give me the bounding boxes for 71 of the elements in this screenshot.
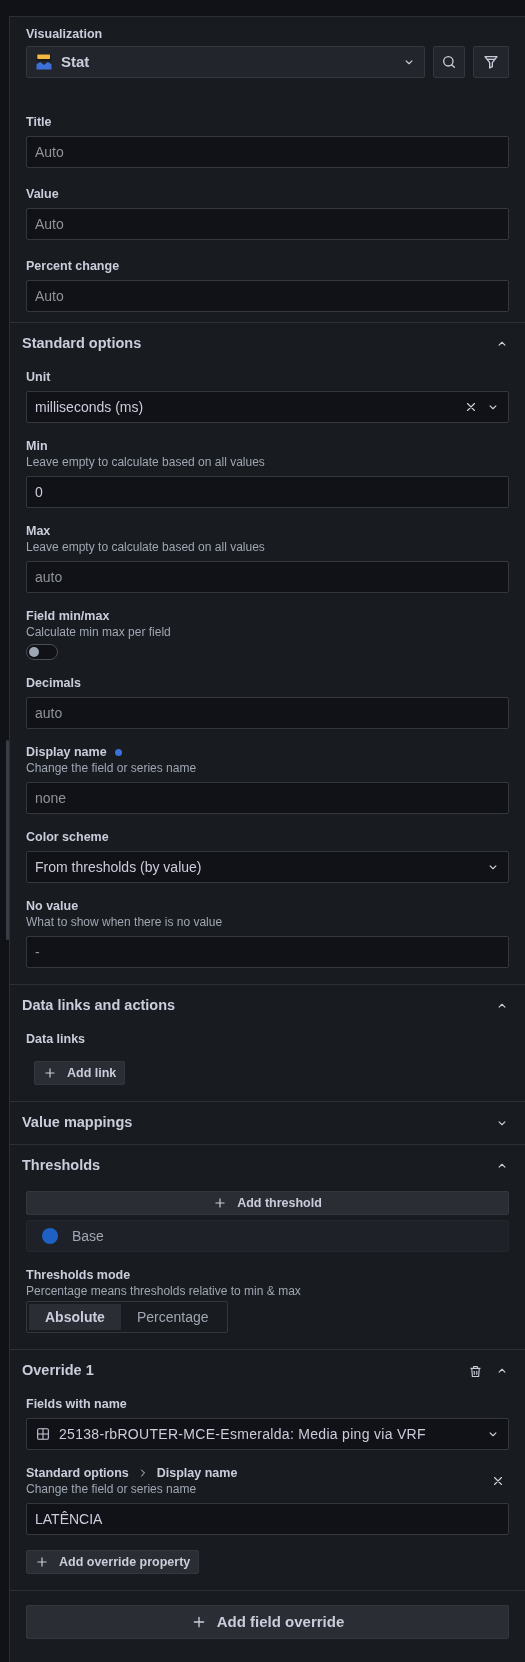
field-label: Color scheme xyxy=(26,828,109,846)
section-title: Thresholds xyxy=(22,1156,102,1176)
field-label: Title xyxy=(26,113,52,131)
add-field-override-button[interactable]: Add field override xyxy=(26,1605,509,1639)
select-field[interactable]: 25138-rbROUTER-MCE-Esmeralda: Media ping via VRF xyxy=(26,1418,509,1450)
field-label: Decimals xyxy=(26,674,81,692)
field-label: Min xyxy=(26,437,48,455)
field-description: Change the field or series name xyxy=(26,1481,198,1497)
section-header[interactable]: Value mappings xyxy=(10,1102,525,1144)
input-field[interactable]: none xyxy=(26,782,509,814)
field-label: Display name xyxy=(26,743,107,761)
field-description: Leave empty to calculate based on all values xyxy=(26,539,266,555)
section-title: Standard options xyxy=(22,334,143,354)
input-field[interactable]: Auto xyxy=(26,136,509,168)
field-label: Visualization xyxy=(26,25,103,43)
segment-option[interactable]: Absolute xyxy=(29,1304,121,1330)
input-field[interactable]: auto xyxy=(26,561,509,593)
input-field[interactable]: Auto xyxy=(26,208,509,240)
section-header[interactable]: Thresholds xyxy=(10,1145,525,1187)
input-field[interactable]: auto xyxy=(26,697,509,729)
field-label: Percent change xyxy=(26,257,120,275)
threshold-label: Base xyxy=(72,1226,104,1246)
field-label: No value xyxy=(26,897,79,915)
field-description: What to show when there is no value xyxy=(26,914,224,930)
select-value: Stat xyxy=(61,51,91,72)
input-field[interactable]: 0 xyxy=(26,476,509,508)
section-title: Value mappings xyxy=(22,1113,134,1133)
add-button[interactable]: Add override property xyxy=(26,1550,200,1574)
segment-option[interactable]: Percentage xyxy=(120,1304,225,1330)
grid-icon xyxy=(35,1426,51,1442)
field-description: Percentage means thresholds relative to min & max xyxy=(26,1283,302,1299)
field-label: Unit xyxy=(26,368,51,386)
filter-button[interactable] xyxy=(473,46,509,78)
section-header[interactable]: Data links and actions xyxy=(10,985,525,1027)
select-value: From thresholds (by value) xyxy=(35,857,203,877)
section-header[interactable]: Standard options xyxy=(10,323,525,365)
search-button[interactable] xyxy=(433,46,465,78)
breadcrumb-label: Display name xyxy=(156,1464,238,1482)
select-field[interactable]: milliseconds (ms) xyxy=(26,391,509,423)
field-description: Calculate min max per field xyxy=(26,624,172,640)
plus-icon xyxy=(43,1066,57,1080)
trash-icon[interactable] xyxy=(468,1363,483,1379)
section-title: Data links and actions xyxy=(22,996,177,1016)
field-label: Data links xyxy=(26,1030,86,1048)
plus-icon xyxy=(35,1555,49,1569)
close-icon[interactable] xyxy=(464,400,478,414)
input-field[interactable]: Auto xyxy=(26,280,509,312)
field-label: Thresholds mode xyxy=(26,1266,131,1284)
input-field[interactable]: LATÊNCIA xyxy=(26,1503,509,1535)
toggle-switch[interactable] xyxy=(26,644,58,660)
select-value: milliseconds (ms) xyxy=(35,397,145,417)
field-label: Max xyxy=(26,522,51,540)
search-icon xyxy=(441,54,457,70)
field-description: Leave empty to calculate based on all values xyxy=(26,454,266,470)
select-field[interactable]: From thresholds (by value) xyxy=(26,851,509,883)
stat-chart-icon xyxy=(35,53,53,71)
plus-icon xyxy=(213,1196,228,1210)
visualization-select[interactable]: Stat xyxy=(26,46,425,78)
filter-icon xyxy=(483,54,499,70)
field-label: Field min/max xyxy=(26,607,110,625)
scrollbar[interactable] xyxy=(6,740,9,940)
breadcrumb-label: Standard options xyxy=(26,1464,129,1482)
select-value: 25138-rbROUTER-MCE-Esmeralda: Media ping via VRF xyxy=(59,1424,427,1444)
field-label: Value xyxy=(26,185,59,203)
section-title: Override 1 xyxy=(22,1361,95,1381)
input-field[interactable]: - xyxy=(26,936,509,968)
field-label: Fields with name xyxy=(26,1395,127,1413)
section-header[interactable]: Override 1 xyxy=(10,1350,525,1392)
add-button[interactable]: Add link xyxy=(34,1061,126,1085)
field-description: Change the field or series name xyxy=(26,760,198,776)
add-threshold-button[interactable]: Add threshold xyxy=(26,1191,509,1215)
